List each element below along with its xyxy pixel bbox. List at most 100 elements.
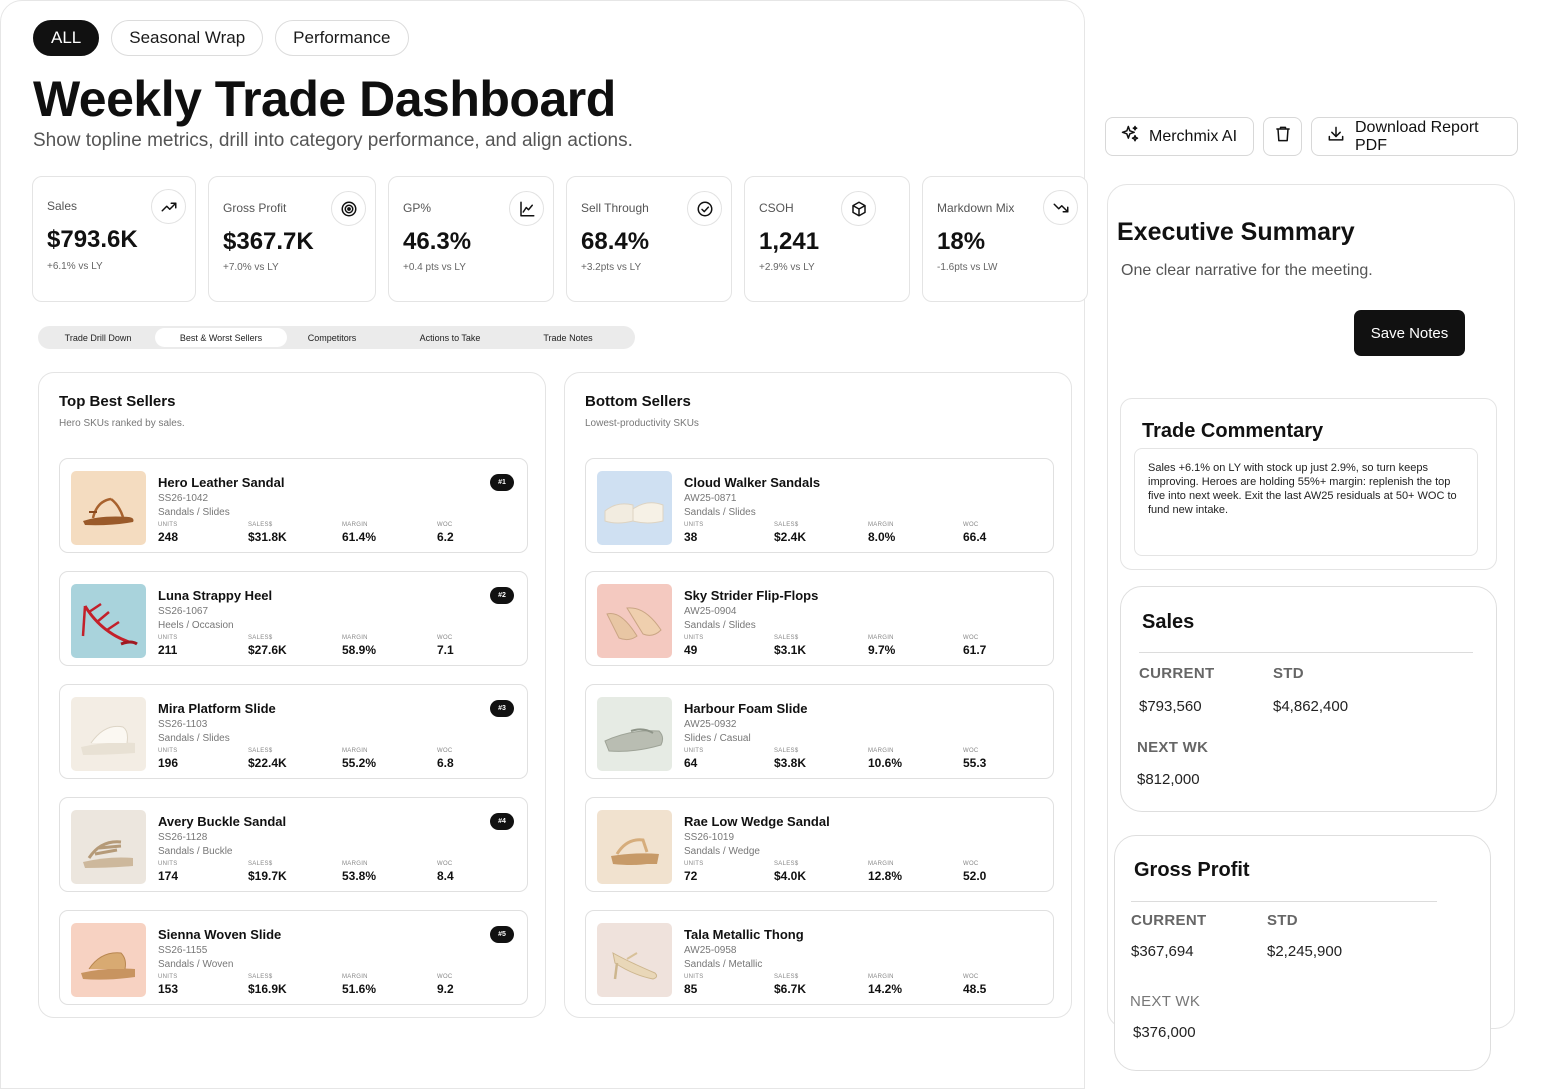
line-chart-icon bbox=[509, 191, 544, 226]
kpi-delta: -1.6pts vs LW bbox=[937, 262, 998, 273]
sku-card[interactable]: Tala Metallic Thong AW25-0958 Sandals / … bbox=[585, 910, 1054, 1005]
sku-card[interactable]: Luna Strappy Heel SS26-1067 Heels / Occa… bbox=[59, 571, 528, 666]
metric-units: UNITS 248 bbox=[158, 522, 178, 544]
save-notes-button[interactable]: Save Notes bbox=[1354, 310, 1465, 356]
sku-code: SS26-1067 bbox=[158, 606, 209, 617]
metric-units: UNITS 211 bbox=[158, 635, 178, 657]
sku-name: Sky Strider Flip-Flops bbox=[684, 588, 819, 603]
sku-card[interactable]: Sienna Woven Slide SS26-1155 Sandals / W… bbox=[59, 910, 528, 1005]
merchmix-ai-button[interactable]: Merchmix AI bbox=[1105, 117, 1254, 156]
tab-trade-notes[interactable]: Trade Notes bbox=[523, 328, 613, 347]
filter-seasonal-wrap[interactable]: Seasonal Wrap bbox=[111, 20, 264, 56]
metric-label: SALES$ bbox=[774, 522, 799, 528]
sku-card[interactable]: Hero Leather Sandal SS26-1042 Sandals / … bbox=[59, 458, 528, 553]
std-label: STD bbox=[1267, 912, 1298, 929]
metric-units: UNITS 38 bbox=[684, 522, 704, 544]
kpi-card-sell-through: Sell Through 68.4% +3.2pts vs LY bbox=[566, 176, 732, 302]
trade-commentary-card: Trade Commentary Sales +6.1% on LY with … bbox=[1120, 398, 1497, 570]
rank-badge: #3 bbox=[490, 700, 514, 717]
current-value: $793,560 bbox=[1139, 698, 1202, 715]
metric-woc: WOC 55.3 bbox=[963, 748, 986, 770]
metric-value: $22.4K bbox=[248, 756, 287, 770]
metric-units: UNITS 196 bbox=[158, 748, 178, 770]
current-label: CURRENT bbox=[1131, 912, 1207, 929]
metric-value: 8.0% bbox=[868, 530, 896, 544]
metric-label: WOC bbox=[963, 748, 979, 754]
filter-performance[interactable]: Performance bbox=[275, 20, 409, 56]
next-week-value: $376,000 bbox=[1133, 1024, 1196, 1041]
metric-value: 72 bbox=[684, 869, 698, 883]
kpi-label: Gross Profit bbox=[223, 201, 287, 215]
tab-actions-to-take[interactable]: Actions to Take bbox=[377, 328, 523, 347]
metric-value: 174 bbox=[158, 869, 179, 883]
metric-label: UNITS bbox=[158, 635, 178, 641]
tab-best-worst-sellers[interactable]: Best & Worst Sellers bbox=[155, 328, 287, 347]
metric-value: 61.4% bbox=[342, 530, 377, 544]
metric-woc: WOC 48.5 bbox=[963, 974, 986, 996]
sku-card[interactable]: Harbour Foam Slide AW25-0932 Slides / Ca… bbox=[585, 684, 1054, 779]
kpi-delta: +6.1% vs LY bbox=[47, 261, 103, 272]
metric-value: 52.0 bbox=[963, 869, 987, 883]
executive-summary-title: Executive Summary bbox=[1117, 218, 1355, 246]
stat-title: Gross Profit bbox=[1134, 859, 1250, 881]
metric-value: $6.7K bbox=[774, 982, 807, 996]
metric-value: 53.8% bbox=[342, 869, 377, 883]
action-bar: Merchmix AI Download Report PDF bbox=[1105, 117, 1518, 156]
rank-badge: #5 bbox=[490, 926, 514, 943]
metric-sales: SALES$ $22.4K bbox=[248, 748, 287, 770]
metric-value: 7.1 bbox=[437, 643, 454, 657]
metric-value: 6.8 bbox=[437, 756, 454, 770]
metric-label: UNITS bbox=[684, 748, 704, 754]
tab-competitors[interactable]: Competitors bbox=[287, 328, 377, 347]
sku-card[interactable]: Sky Strider Flip-Flops AW25-0904 Sandals… bbox=[585, 571, 1054, 666]
metric-sales: SALES$ $19.7K bbox=[248, 861, 287, 883]
metric-value: 61.7 bbox=[963, 643, 987, 657]
product-image bbox=[71, 697, 146, 771]
sku-name: Harbour Foam Slide bbox=[684, 701, 808, 716]
trade-commentary-textarea[interactable]: Sales +6.1% on LY with stock up just 2.9… bbox=[1134, 448, 1478, 556]
kpi-card-sales: Sales $793.6K +6.1% vs LY bbox=[32, 176, 196, 302]
tab-trade-drill-down[interactable]: Trade Drill Down bbox=[41, 328, 155, 347]
current-value: $367,694 bbox=[1131, 943, 1194, 960]
metric-label: MARGIN bbox=[342, 748, 368, 754]
sku-card[interactable]: Cloud Walker Sandals AW25-0871 Sandals /… bbox=[585, 458, 1054, 553]
metric-label: UNITS bbox=[158, 974, 178, 980]
kpi-value: $793.6K bbox=[47, 226, 138, 253]
metric-label: WOC bbox=[963, 974, 979, 980]
sku-name: Sienna Woven Slide bbox=[158, 927, 282, 942]
sparkle-icon bbox=[1120, 124, 1140, 149]
metric-units: UNITS 49 bbox=[684, 635, 704, 657]
bottom-sellers-panel: Bottom Sellers Lowest-productivity SKUs … bbox=[564, 372, 1072, 1018]
metric-label: WOC bbox=[437, 861, 453, 867]
filter-all[interactable]: ALL bbox=[33, 20, 100, 56]
kpi-value: 1,241 bbox=[759, 228, 820, 255]
sku-card[interactable]: Mira Platform Slide SS26-1103 Sandals / … bbox=[59, 684, 528, 779]
product-image bbox=[71, 584, 146, 658]
next-week-value: $812,000 bbox=[1137, 771, 1200, 788]
metric-sales: SALES$ $2.4K bbox=[774, 522, 806, 544]
metric-value: 58.9% bbox=[342, 643, 377, 657]
sku-code: SS26-1019 bbox=[684, 832, 735, 843]
trend-up-icon bbox=[151, 189, 186, 224]
kpi-card-gross-profit: Gross Profit $367.7K +7.0% vs LY bbox=[208, 176, 376, 302]
sku-code: SS26-1128 bbox=[158, 832, 208, 843]
sku-card[interactable]: Rae Low Wedge Sandal SS26-1019 Sandals /… bbox=[585, 797, 1054, 892]
kpi-value: $367.7K bbox=[223, 228, 314, 255]
next-week-label: NEXT WK bbox=[1137, 739, 1209, 756]
metric-value: 9.7% bbox=[868, 643, 896, 657]
metric-label: SALES$ bbox=[774, 861, 799, 867]
metric-label: UNITS bbox=[684, 522, 704, 528]
page-subtitle: Show topline metrics, drill into categor… bbox=[33, 130, 633, 151]
delete-button[interactable] bbox=[1263, 117, 1302, 156]
metric-label: SALES$ bbox=[774, 748, 799, 754]
executive-summary-subtitle: One clear narrative for the meeting. bbox=[1121, 262, 1373, 279]
download-report-button[interactable]: Download Report PDF bbox=[1311, 117, 1518, 156]
metric-woc: WOC 8.4 bbox=[437, 861, 454, 883]
sku-card[interactable]: Avery Buckle Sandal SS26-1128 Sandals / … bbox=[59, 797, 528, 892]
metric-sales: SALES$ $16.9K bbox=[248, 974, 287, 996]
product-image bbox=[71, 810, 146, 884]
kpi-label: GP% bbox=[403, 201, 432, 215]
metric-margin: MARGIN 55.2% bbox=[342, 748, 376, 770]
sku-category: Heels / Occasion bbox=[158, 620, 234, 631]
panel-title: Bottom Sellers bbox=[585, 393, 691, 410]
